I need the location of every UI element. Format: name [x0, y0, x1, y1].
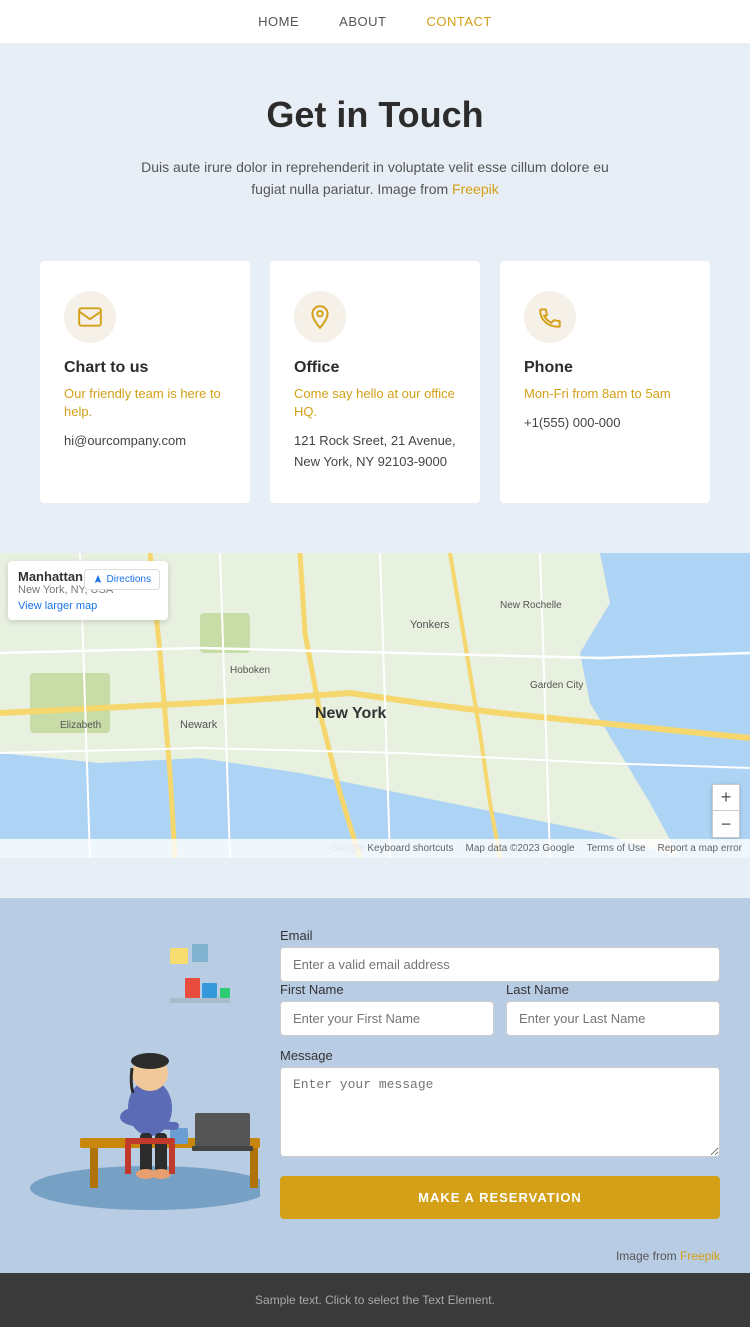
freepik-link-form[interactable]: Freepik [680, 1249, 720, 1263]
card-email-info: hi@ourcompany.com [64, 431, 226, 452]
cards-section: Chart to us Our friendly team is here to… [0, 241, 750, 553]
card-email: Chart to us Our friendly team is here to… [40, 261, 250, 503]
footer: Sample text. Click to select the Text El… [0, 1273, 750, 1327]
email-icon-wrapper [64, 291, 116, 343]
map-footer-shortcuts: Keyboard shortcuts [367, 843, 453, 854]
lastname-label: Last Name [506, 982, 720, 997]
navigation: HOME ABOUT CONTACT [0, 0, 750, 44]
card-phone-title: Phone [524, 359, 686, 377]
message-label: Message [280, 1048, 720, 1063]
map-section: New York Yonkers New Rochelle Newark Hob… [0, 553, 750, 898]
email-label: Email [280, 928, 720, 943]
card-phone-subtitle: Mon-Fri from 8am to 5am [524, 385, 686, 403]
card-office-subtitle: Come say hello at our office HQ. [294, 385, 456, 421]
location-icon [307, 304, 333, 330]
location-icon-wrapper [294, 291, 346, 343]
office-illustration [0, 898, 260, 1238]
firstname-label: First Name [280, 982, 494, 997]
map-zoom-controls: + − [712, 784, 740, 838]
card-office: Office Come say hello at our office HQ. … [270, 261, 480, 503]
card-phone: Phone Mon-Fri from 8am to 5am +1(555) 00… [500, 261, 710, 503]
map-footer-report: Report a map error [658, 843, 742, 854]
freepik-link-hero[interactable]: Freepik [452, 181, 499, 197]
message-textarea[interactable] [280, 1067, 720, 1157]
phone-icon-wrapper [524, 291, 576, 343]
card-email-subtitle: Our friendly team is here to help. [64, 385, 226, 421]
svg-text:Newark: Newark [180, 719, 218, 731]
svg-text:Yonkers: Yonkers [410, 619, 450, 631]
zoom-out-button[interactable]: − [713, 811, 739, 837]
svg-text:Elizabeth: Elizabeth [60, 720, 101, 731]
map-footer: Keyboard shortcuts Map data ©2023 Google… [0, 839, 750, 858]
svg-text:New Rochelle: New Rochelle [500, 600, 562, 611]
map-container[interactable]: New York Yonkers New Rochelle Newark Hob… [0, 553, 750, 858]
page-title: Get in Touch [80, 94, 670, 136]
hero-section: Get in Touch Duis aute irure dolor in re… [0, 44, 750, 241]
map-place-name: Manhattan [18, 569, 83, 584]
footer-text: Sample text. Click to select the Text El… [20, 1293, 730, 1307]
svg-text:Hoboken: Hoboken [230, 665, 270, 676]
svg-text:Garden City: Garden City [530, 680, 583, 691]
card-office-title: Office [294, 359, 456, 377]
hero-description: Duis aute irure dolor in reprehenderit i… [125, 156, 625, 201]
firstname-input[interactable] [280, 1001, 494, 1036]
directions-button[interactable]: Directions [84, 569, 160, 590]
card-office-info: 121 Rock Sreet, 21 Avenue,New York, NY 9… [294, 431, 456, 473]
map-footer-data: Map data ©2023 Google [465, 843, 574, 854]
email-icon [77, 304, 103, 330]
zoom-in-button[interactable]: + [713, 785, 739, 811]
map-popup: Manhattan New York, NY, USA Directions V… [8, 561, 168, 620]
nav-about[interactable]: ABOUT [339, 14, 386, 29]
view-larger-map-link[interactable]: View larger map [18, 600, 158, 612]
nav-contact[interactable]: CONTACT [426, 14, 491, 29]
card-phone-info: +1(555) 000-000 [524, 413, 686, 434]
card-email-title: Chart to us [64, 359, 226, 377]
form-illustration [0, 898, 260, 1243]
svg-text:New York: New York [315, 705, 387, 722]
form-section: Email First Name Last Name Message MAKE … [0, 898, 750, 1243]
contact-form: Email First Name Last Name Message MAKE … [260, 898, 750, 1243]
map-footer-terms: Terms of Use [587, 843, 646, 854]
image-credit-bar: Image from Freepik [0, 1243, 750, 1273]
name-row: First Name Last Name [280, 982, 720, 1036]
phone-icon [537, 304, 563, 330]
submit-button[interactable]: MAKE A RESERVATION [280, 1176, 720, 1219]
lastname-input[interactable] [506, 1001, 720, 1036]
nav-home[interactable]: HOME [258, 14, 299, 29]
email-input[interactable] [280, 947, 720, 982]
